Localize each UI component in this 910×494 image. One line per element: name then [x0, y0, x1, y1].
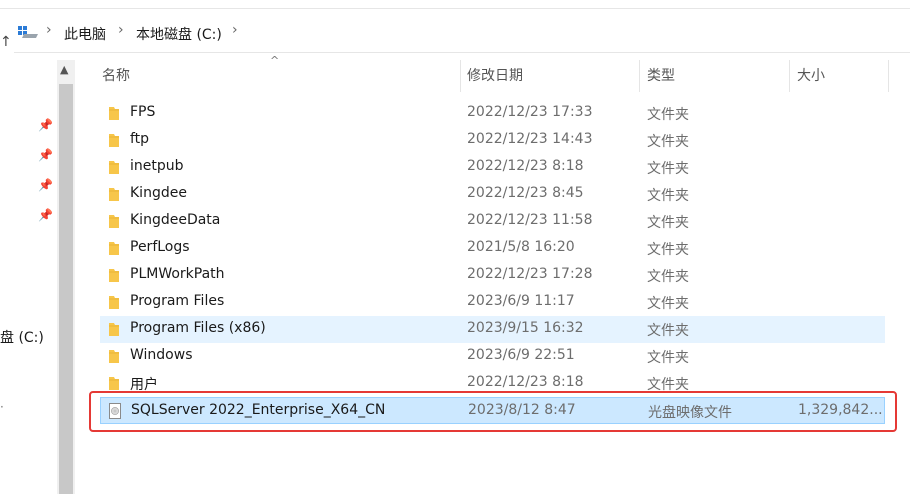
column-divider[interactable]: [789, 60, 790, 92]
file-type: 文件夹: [647, 323, 689, 339]
folder-icon: [109, 350, 119, 363]
file-name: Windows: [130, 347, 193, 363]
file-type: 文件夹: [647, 161, 689, 177]
file-date: 2022/12/23 8:18: [467, 158, 584, 174]
file-row[interactable]: Kingdee 2022/12/23 8:45 文件夹: [100, 181, 885, 208]
file-name: 用户: [130, 377, 158, 393]
computer-icon: [18, 26, 38, 38]
file-row[interactable]: SQLServer 2022_Enterprise_X64_CN 2023/8/1…: [100, 397, 885, 424]
file-date: 2023/6/9 11:17: [467, 293, 575, 309]
file-name: SQLServer 2022_Enterprise_X64_CN: [131, 402, 386, 418]
column-divider[interactable]: [888, 60, 889, 92]
breadcrumb-local-disk[interactable]: 本地磁盘 (C:): [136, 24, 222, 44]
file-date: 2023/9/15 16:32: [467, 320, 584, 336]
chevron-right-icon[interactable]: ›: [232, 22, 238, 38]
nav-scrollbar[interactable]: ▲: [57, 60, 75, 494]
folder-icon: [109, 107, 119, 120]
window-top-edge: [0, 0, 910, 9]
column-size[interactable]: 大小: [797, 60, 825, 92]
sort-caret-icon: ^: [270, 54, 280, 67]
file-type: 文件夹: [647, 134, 689, 150]
file-row[interactable]: PLMWorkPath 2022/12/23 17:28 文件夹: [100, 262, 885, 289]
pin-icon[interactable]: 📌: [38, 208, 53, 222]
file-row[interactable]: Program Files 2023/6/9 11:17 文件夹: [100, 289, 885, 316]
folder-icon: [109, 134, 119, 147]
navigation-pane: 📌 📌 📌 📌 盘 (C:) ·: [0, 55, 56, 494]
column-divider[interactable]: [639, 60, 640, 92]
chevron-right-icon[interactable]: ›: [46, 22, 52, 38]
file-date: 2022/12/23 8:45: [467, 185, 584, 201]
file-date: 2022/12/23 14:43: [467, 131, 593, 147]
file-type: 光盘映像文件: [648, 405, 732, 421]
file-row[interactable]: KingdeeData 2022/12/23 11:58 文件夹: [100, 208, 885, 235]
column-header: ^ 名称 修改日期 类型 大小: [90, 54, 890, 92]
pin-icon[interactable]: 📌: [38, 118, 53, 132]
pin-icon[interactable]: 📌: [38, 148, 53, 162]
file-type: 文件夹: [647, 188, 689, 204]
file-date: 2022/12/23 17:28: [467, 266, 593, 282]
folder-icon: [109, 323, 119, 336]
folder-icon: [109, 377, 119, 390]
file-row[interactable]: 用户 2022/12/23 8:18 文件夹: [100, 370, 885, 397]
scrollbar-thumb[interactable]: [59, 84, 73, 494]
nav-item-local-disk[interactable]: 盘 (C:): [0, 327, 44, 347]
file-row[interactable]: inetpub 2022/12/23 8:18 文件夹: [100, 154, 885, 181]
pin-icon[interactable]: 📌: [38, 178, 53, 192]
up-arrow-icon[interactable]: ↑: [0, 34, 12, 50]
file-type: 文件夹: [647, 269, 689, 285]
column-type[interactable]: 类型: [647, 60, 675, 92]
file-name: PerfLogs: [130, 239, 190, 255]
file-name: PLMWorkPath: [130, 266, 225, 282]
file-name: ftp: [130, 131, 150, 147]
file-row[interactable]: ftp 2022/12/23 14:43 文件夹: [100, 127, 885, 154]
folder-icon: [109, 242, 119, 255]
file-type: 文件夹: [647, 377, 689, 393]
file-row[interactable]: PerfLogs 2021/5/8 16:20 文件夹: [100, 235, 885, 262]
file-date: 2022/12/23 11:58: [467, 212, 593, 228]
file-name: Program Files (x86): [130, 320, 266, 336]
file-name: inetpub: [130, 158, 184, 174]
file-size: 1,329,842...: [798, 402, 883, 418]
file-name: KingdeeData: [130, 212, 221, 228]
file-type: 文件夹: [647, 215, 689, 231]
column-date[interactable]: 修改日期: [467, 60, 523, 92]
scroll-up-icon[interactable]: ▲: [60, 63, 68, 77]
folder-icon: [109, 188, 119, 201]
file-date: 2022/12/23 8:18: [467, 374, 584, 390]
column-name[interactable]: 名称: [102, 60, 130, 92]
file-row[interactable]: FPS 2022/12/23 17:33 文件夹: [100, 100, 885, 127]
file-row[interactable]: Program Files (x86) 2023/9/15 16:32 文件夹: [100, 316, 885, 343]
column-divider[interactable]: [460, 60, 461, 92]
disc-image-icon: [109, 403, 121, 419]
file-type: 文件夹: [647, 107, 689, 123]
nav-expand-mark[interactable]: ·: [0, 400, 4, 414]
file-type: 文件夹: [647, 296, 689, 312]
file-date: 2023/8/12 8:47: [468, 402, 576, 418]
folder-icon: [109, 215, 119, 228]
folder-icon: [109, 269, 119, 282]
chevron-right-icon[interactable]: ›: [118, 22, 124, 38]
file-name: Kingdee: [130, 185, 187, 201]
folder-icon: [109, 161, 119, 174]
address-bar[interactable]: ↑ › 此电脑 › 本地磁盘 (C:) ›: [0, 14, 910, 53]
file-date: 2021/5/8 16:20: [467, 239, 575, 255]
file-date: 2022/12/23 17:33: [467, 104, 593, 120]
file-type: 文件夹: [647, 350, 689, 366]
breadcrumb-this-pc[interactable]: 此电脑: [64, 24, 106, 44]
file-type: 文件夹: [647, 242, 689, 258]
file-name: Program Files: [130, 293, 225, 309]
file-name: FPS: [130, 104, 156, 120]
file-date: 2023/6/9 22:51: [467, 347, 575, 363]
folder-icon: [109, 296, 119, 309]
file-row[interactable]: Windows 2023/6/9 22:51 文件夹: [100, 343, 885, 370]
